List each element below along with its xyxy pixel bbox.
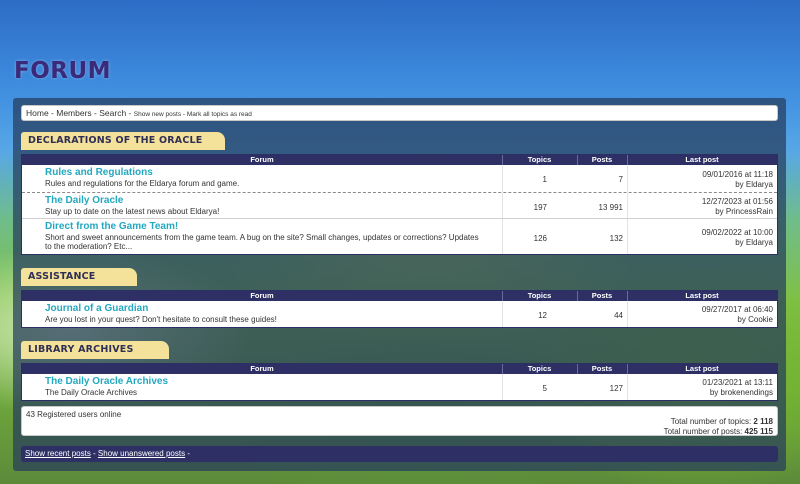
forum-row: Direct from the Game Team! Short and swe… — [22, 218, 777, 254]
forum-description: Are you lost in your quest? Don't hesita… — [45, 315, 277, 324]
forum-row: Rules and Regulations Rules and regulati… — [22, 165, 777, 192]
last-post-date: 01/23/2021 at 13:11 — [702, 378, 773, 387]
topics-count: 197 — [533, 203, 547, 212]
forum-description: The Daily Oracle Archives — [45, 388, 138, 397]
forum-row: The Daily Oracle Stay up to date on the … — [22, 192, 777, 218]
forum-row: The Daily Oracle Archives The Daily Orac… — [22, 374, 777, 400]
col-last-post: Last post — [685, 291, 719, 300]
show-new-posts-link[interactable]: Show new posts — [134, 111, 181, 118]
last-post-author[interactable]: by Eldarya — [702, 180, 773, 190]
last-post-date: 12/27/2023 at 01:56 — [701, 197, 773, 206]
topics-count: 12 — [538, 311, 547, 320]
last-post: 09/02/2022 at 10:00 by Eldarya — [702, 228, 773, 248]
total-posts-label: Total number of posts: — [663, 427, 745, 436]
category-title: ASSISTANCE — [21, 268, 137, 286]
last-post-date: 09/27/2017 at 06:40 — [701, 305, 773, 314]
posts-count: 44 — [614, 311, 623, 320]
topics-count: 126 — [533, 234, 547, 243]
table-header: Forum Topics Posts Last post — [22, 364, 777, 374]
forum-table: Forum Topics Posts Last post Journal of … — [21, 290, 778, 328]
posts-count: 127 — [609, 384, 623, 393]
last-post-author[interactable]: by Eldarya — [702, 238, 773, 248]
col-forum: Forum — [250, 155, 274, 164]
last-post-author[interactable]: by PrincessRain — [702, 207, 773, 217]
col-forum: Forum — [250, 364, 274, 373]
col-posts: Posts — [591, 291, 613, 300]
category-title: LIBRARY ARCHIVES — [21, 341, 169, 359]
forum-stats: 43 Registered users online Total number … — [21, 406, 778, 436]
total-posts-value: 425 115 — [744, 427, 773, 436]
forum-link[interactable]: Direct from the Game Team! — [45, 221, 178, 232]
col-topics: Topics — [527, 364, 552, 373]
nav-search-link[interactable]: Search — [99, 108, 126, 118]
col-posts: Posts — [591, 155, 613, 164]
last-post: 09/27/2017 at 06:40 by Cookie — [702, 305, 773, 325]
col-forum: Forum — [250, 291, 274, 300]
table-header: Forum Topics Posts Last post — [22, 155, 777, 165]
col-topics: Topics — [527, 291, 552, 300]
total-topics-value: 2 118 — [753, 417, 773, 426]
posts-count: 132 — [609, 234, 623, 243]
category-title: DECLARATIONS OF THE ORACLE — [21, 132, 225, 150]
last-post: 01/23/2021 at 13:11 by brokenendings — [702, 378, 773, 398]
nav-home-link[interactable]: Home — [26, 108, 49, 118]
show-unanswered-posts-link[interactable]: Show unanswered posts — [98, 449, 185, 458]
footer-bar: Show recent posts - Show unanswered post… — [21, 446, 778, 462]
show-recent-posts-link[interactable]: Show recent posts — [25, 449, 91, 458]
last-post-date: 09/01/2016 at 11:18 — [702, 170, 773, 179]
topics-count: 5 — [542, 384, 547, 393]
forum-table: Forum Topics Posts Last post Rules and R… — [21, 154, 778, 255]
total-topics-label: Total number of topics: — [670, 417, 754, 426]
last-post-author[interactable]: by Cookie — [702, 315, 773, 325]
last-post-date: 09/02/2022 at 10:00 — [701, 228, 773, 237]
forum-link[interactable]: The Daily Oracle Archives — [45, 376, 168, 387]
col-posts: Posts — [591, 364, 613, 373]
last-post: 09/01/2016 at 11:18 by Eldarya — [702, 170, 773, 190]
forum-description: Stay up to date on the latest news about… — [45, 207, 220, 216]
forum-link[interactable]: The Daily Oracle — [45, 195, 123, 206]
nav-bar: Home - Members - Search - Show new posts… — [21, 105, 778, 121]
mark-all-read-link[interactable]: Mark all topics as read — [187, 111, 252, 118]
forum-link[interactable]: Rules and Regulations — [45, 167, 153, 178]
last-post-author[interactable]: by brokenendings — [702, 388, 773, 398]
forum-container: Home - Members - Search - Show new posts… — [13, 98, 786, 471]
forum-description: Short and sweet announcements from the g… — [45, 233, 479, 251]
table-header: Forum Topics Posts Last post — [22, 291, 777, 301]
last-post: 12/27/2023 at 01:56 by PrincessRain — [702, 197, 773, 217]
col-last-post: Last post — [685, 364, 719, 373]
topics-count: 1 — [542, 175, 547, 184]
page-title: FORUM — [14, 58, 112, 84]
col-topics: Topics — [527, 155, 552, 164]
posts-count: 13 991 — [598, 203, 623, 212]
users-online: 43 Registered users online — [26, 410, 122, 419]
posts-count: 7 — [618, 175, 623, 184]
totals: Total number of topics: 2 118 Total numb… — [664, 417, 773, 437]
forum-table: Forum Topics Posts Last post The Daily O… — [21, 363, 778, 401]
forum-row: Journal of a Guardian Are you lost in yo… — [22, 301, 777, 327]
col-last-post: Last post — [685, 155, 719, 164]
forum-description: Rules and regulations for the Eldarya fo… — [45, 179, 240, 188]
forum-link[interactable]: Journal of a Guardian — [45, 303, 148, 314]
nav-members-link[interactable]: Members — [56, 108, 91, 118]
